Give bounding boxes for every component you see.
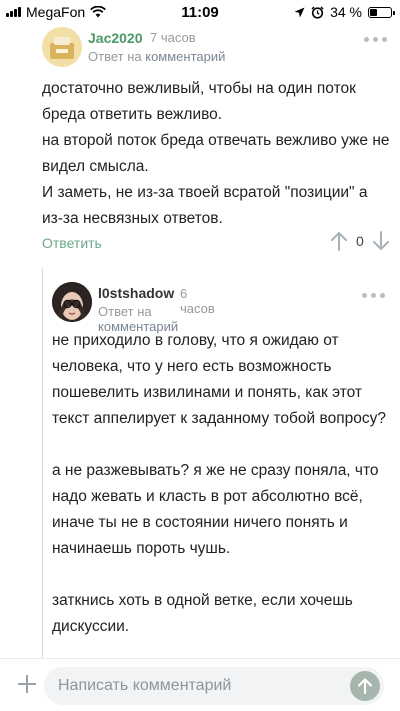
upvote-arrow-icon[interactable]: [330, 230, 348, 252]
comment-paragraph: не приходило в голову, что я ожидаю от ч…: [52, 332, 386, 427]
reply-to-link[interactable]: комментарий: [145, 49, 225, 64]
thread-line: [42, 268, 43, 658]
comment-paragraph: достаточно вежливый, чтобы на один поток…: [42, 80, 356, 123]
comment-author[interactable]: l0stshadow: [98, 285, 174, 301]
status-bar: MegaFon 11:09 34 %: [0, 0, 400, 24]
comment-composer: Написать комментарий: [0, 658, 400, 711]
avatar[interactable]: [52, 282, 92, 322]
comment-body: не приходило в голову, что я ожидаю от ч…: [52, 328, 392, 640]
comment-paragraph: а не разжевывать? я же не сразу поняла, …: [52, 462, 379, 557]
battery-icon: [368, 6, 395, 18]
plus-icon[interactable]: [16, 673, 38, 695]
comment-time: 6 часов: [180, 286, 215, 316]
comment-input-placeholder: Написать комментарий: [58, 677, 232, 694]
send-arrow-icon: [357, 678, 373, 695]
alarm-icon: [311, 5, 324, 19]
send-button[interactable]: [350, 671, 380, 701]
battery-percent: 34 %: [330, 4, 362, 20]
reply-button[interactable]: Ответить: [42, 235, 102, 251]
comment-input[interactable]: Написать комментарий: [44, 667, 384, 705]
comment-paragraph: заткнись хоть в одной ветке, если хочешь…: [52, 592, 353, 635]
reply-to: Ответ на комментарий: [88, 49, 225, 64]
comment-body: достаточно вежливый, чтобы на один поток…: [42, 76, 392, 232]
location-arrow-icon: [294, 7, 305, 17]
more-options-icon[interactable]: [364, 34, 390, 44]
more-options-icon[interactable]: [362, 290, 388, 300]
vote-controls: 0: [330, 230, 390, 252]
comment-paragraph: на второй поток бреда отвечать вежливо у…: [42, 132, 390, 175]
reply-to-prefix: Ответ на: [88, 49, 142, 64]
comment-time: 7 часов: [150, 30, 196, 45]
downvote-arrow-icon[interactable]: [372, 230, 390, 252]
reply-to-prefix: Ответ на: [98, 304, 152, 319]
comment-score: 0: [356, 233, 364, 249]
comment-paragraph: И заметь, не из-за твоей всратой "позици…: [42, 184, 368, 227]
avatar-image: [42, 27, 82, 67]
avatar-image: [52, 282, 92, 322]
avatar[interactable]: [42, 27, 82, 67]
comment-author[interactable]: Jac2020: [88, 30, 143, 46]
